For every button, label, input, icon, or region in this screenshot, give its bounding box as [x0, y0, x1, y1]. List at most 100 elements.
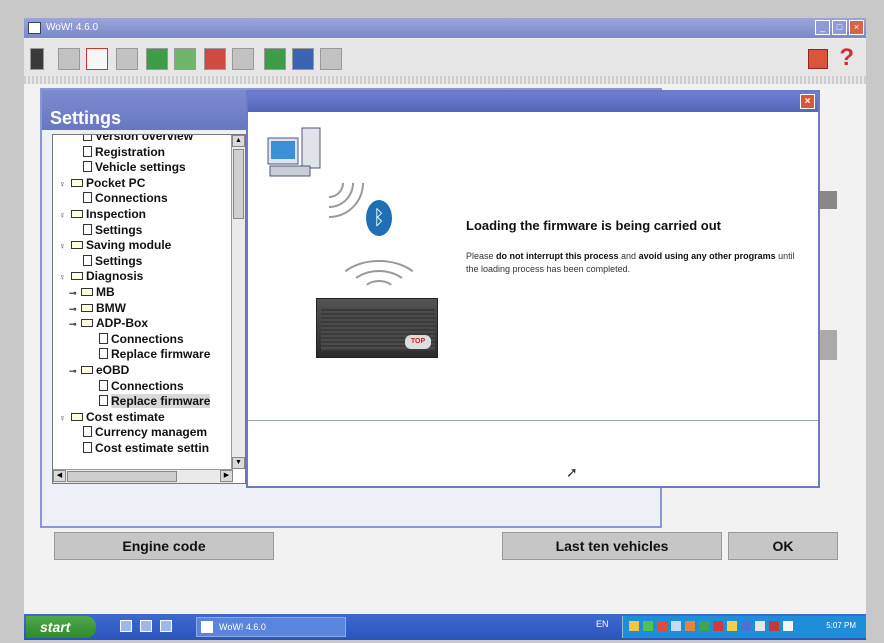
- scroll-thumb[interactable]: [233, 149, 244, 219]
- dialog-close-button[interactable]: ×: [800, 94, 815, 109]
- document-icon: [83, 254, 92, 266]
- tree-vertical-scrollbar[interactable]: ▲ ▼: [231, 135, 245, 469]
- tray-icon[interactable]: [657, 621, 667, 631]
- car-icon[interactable]: [204, 48, 226, 70]
- vehicle-icon[interactable]: [58, 48, 80, 70]
- tree-item[interactable]: ⊸ BMW: [53, 301, 231, 317]
- tray-icon[interactable]: [629, 621, 639, 631]
- tree-horizontal-scrollbar[interactable]: ◀ ▶: [53, 469, 233, 483]
- expand-icon[interactable]: ♀: [59, 239, 69, 255]
- tree-item[interactable]: ⊸ MB: [53, 285, 231, 301]
- bluetooth-icon: ᛒ: [366, 200, 392, 236]
- quicklaunch-icon[interactable]: [140, 620, 152, 632]
- print-icon[interactable]: [116, 48, 138, 70]
- tree-item[interactable]: Connections: [53, 191, 231, 207]
- expand-icon[interactable]: ♀: [59, 411, 69, 427]
- tray-icon[interactable]: [685, 621, 695, 631]
- scroll-right-arrow[interactable]: ▶: [220, 470, 233, 482]
- tree-item[interactable]: Replace firmware: [53, 347, 231, 363]
- tree-item[interactable]: Connections: [53, 332, 231, 348]
- scroll-down-arrow[interactable]: ▼: [232, 457, 245, 469]
- expand-icon[interactable]: ♀: [59, 208, 69, 224]
- tree-item[interactable]: Settings: [53, 254, 231, 270]
- tree-item-label: Version overview: [95, 134, 194, 143]
- hscroll-thumb[interactable]: [67, 471, 177, 482]
- last-ten-vehicles-button[interactable]: Last ten vehicles: [502, 532, 722, 560]
- tray-icon[interactable]: [713, 621, 723, 631]
- settings-icon[interactable]: [320, 48, 342, 70]
- tray-icon[interactable]: [727, 621, 737, 631]
- tool-icon[interactable]: [232, 48, 254, 70]
- toolbar-divider: [24, 76, 866, 84]
- tree-item[interactable]: Registration: [53, 145, 231, 161]
- tray-icon[interactable]: [769, 621, 779, 631]
- flag-icon[interactable]: [808, 49, 828, 69]
- folder-icon: [71, 178, 83, 187]
- clock: 5:07 PM: [826, 621, 856, 630]
- expand-icon[interactable]: ⊸: [69, 317, 79, 333]
- expand-icon[interactable]: ♀: [59, 270, 69, 286]
- tree-item[interactable]: ♀ Cost estimate: [53, 410, 231, 426]
- expand-icon[interactable]: ⊸: [69, 286, 79, 302]
- expand-icon[interactable]: ⊸: [69, 364, 79, 380]
- tray-icon[interactable]: [643, 621, 653, 631]
- eobd-icon[interactable]: [86, 48, 108, 70]
- tree-item[interactable]: ♀ Inspection: [53, 207, 231, 223]
- device-logo: TOP: [405, 335, 431, 349]
- document-icon: [83, 135, 92, 141]
- tree-item[interactable]: Replace firmware: [53, 394, 231, 410]
- tree-item[interactable]: ⊸ ADP-Box: [53, 316, 231, 332]
- bluetooth-icon[interactable]: [292, 48, 314, 70]
- tree-item[interactable]: Currency managem: [53, 425, 231, 441]
- document-icon: [99, 332, 108, 344]
- panel-tab[interactable]: [820, 330, 837, 360]
- tree-item[interactable]: Vehicle settings: [53, 160, 231, 176]
- expand-icon[interactable]: ♀: [59, 177, 69, 193]
- maximize-button[interactable]: □: [832, 20, 847, 35]
- expand-icon[interactable]: ⊸: [69, 302, 79, 318]
- tray-icon[interactable]: [671, 621, 681, 631]
- folder-icon: [71, 241, 83, 250]
- scroll-up-arrow[interactable]: ▲: [232, 135, 245, 147]
- tree-item-label: Replace firmware: [111, 394, 211, 409]
- tree-item[interactable]: Cost estimate settin: [53, 441, 231, 457]
- tree-item-label: MB: [96, 284, 115, 299]
- language-indicator[interactable]: EN: [596, 619, 609, 629]
- quicklaunch-icon[interactable]: [120, 620, 132, 632]
- tree-item[interactable]: Connections: [53, 379, 231, 395]
- app-icon: [28, 22, 41, 34]
- tree-item-label: BMW: [96, 300, 126, 315]
- tray-icon[interactable]: [699, 621, 709, 631]
- scroll-left-arrow[interactable]: ◀: [53, 470, 66, 482]
- minimize-button[interactable]: _: [815, 20, 830, 35]
- settings-title: Settings: [50, 108, 122, 128]
- document-icon[interactable]: [174, 48, 196, 70]
- tray-icon[interactable]: [755, 621, 765, 631]
- tree-item-label: eOBD: [96, 362, 130, 377]
- tray-icon[interactable]: [783, 621, 793, 631]
- panel-tab[interactable]: [820, 191, 837, 209]
- start-button[interactable]: start: [26, 616, 96, 638]
- document-icon: [99, 348, 108, 360]
- document-icon: [83, 161, 92, 173]
- close-button[interactable]: ×: [849, 20, 864, 35]
- tree-item[interactable]: Settings: [53, 223, 231, 239]
- ok-button[interactable]: OK: [728, 532, 838, 560]
- tree-item[interactable]: ♀ Pocket PC: [53, 176, 231, 192]
- loading-heading: Loading the firmware is being carried ou…: [466, 218, 721, 233]
- book-icon[interactable]: [264, 48, 286, 70]
- tray-icon[interactable]: [741, 621, 751, 631]
- tree-item[interactable]: ⊸ eOBD: [53, 363, 231, 379]
- exit-icon[interactable]: [30, 48, 44, 70]
- tree-item[interactable]: ♀ Saving module: [53, 238, 231, 254]
- quicklaunch-icon[interactable]: [160, 620, 172, 632]
- tree-item[interactable]: Version overview: [53, 134, 231, 145]
- computer-icon[interactable]: [146, 48, 168, 70]
- taskbar-item-wow[interactable]: WoW! 4.6.0: [196, 617, 346, 637]
- document-icon: [83, 426, 92, 438]
- help-icon[interactable]: ?: [839, 44, 854, 72]
- settings-tree[interactable]: Version overview Registration Vehicle sett…: [52, 134, 246, 484]
- tree-item[interactable]: ♀ Diagnosis: [53, 269, 231, 285]
- tree-item-label: Connections: [95, 191, 168, 206]
- engine-code-button[interactable]: Engine code: [54, 532, 274, 560]
